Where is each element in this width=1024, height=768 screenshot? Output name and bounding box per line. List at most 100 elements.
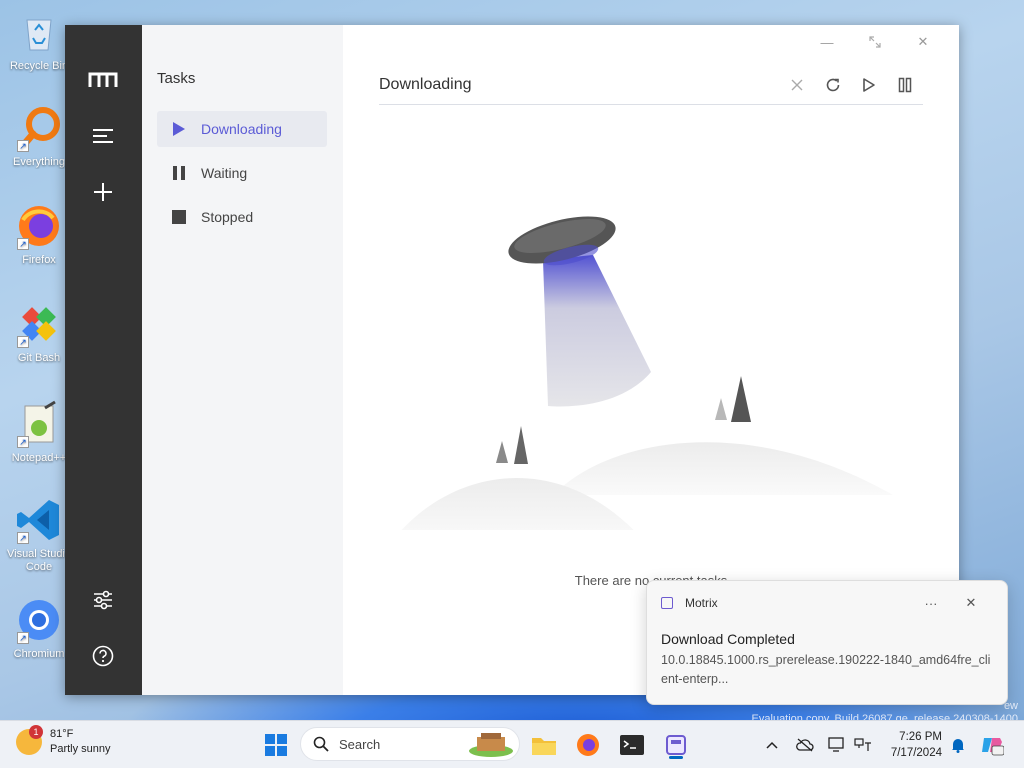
- window-controls: — ✕: [803, 29, 947, 55]
- resume-all-icon[interactable]: [851, 71, 887, 99]
- desktop-icon-label: Recycle Bin: [9, 60, 69, 72]
- motrix-logo-icon[interactable]: [88, 65, 118, 95]
- menu-icon[interactable]: [88, 121, 118, 151]
- toast-app-name: Motrix: [685, 596, 718, 610]
- weather-badge: 1: [29, 725, 43, 739]
- pause-icon: [171, 165, 187, 181]
- toast-title: Download Completed: [661, 631, 795, 647]
- sidebar-item-label: Stopped: [201, 209, 254, 225]
- desktop-icon-label: Notepad++: [11, 452, 67, 464]
- taskbar: 1 81°F Partly sunny Search 7:26 PM 7/17/…: [0, 720, 1024, 768]
- sidebar-item-waiting[interactable]: Waiting: [157, 155, 327, 191]
- page-title: Downloading: [379, 75, 472, 93]
- weather-widget[interactable]: 1 81°F Partly sunny: [16, 725, 111, 757]
- desktop-icon-firefox[interactable]: ↗ Firefox: [4, 202, 74, 267]
- terminal-icon: [620, 735, 644, 755]
- desktop-icon-label: Git Bash: [17, 352, 61, 364]
- folder-icon: [532, 738, 556, 755]
- desktop-icon-notepad-plus-plus[interactable]: ↗ Notepad++: [4, 400, 74, 465]
- cloud-offline-icon: [796, 738, 814, 752]
- add-task-icon[interactable]: [88, 177, 118, 207]
- stop-icon: [171, 209, 187, 225]
- clock-date: 7/17/2024: [890, 747, 942, 759]
- shortcut-arrow-icon: ↗: [17, 532, 29, 544]
- download-complete-toast[interactable]: Motrix ··· ✕ Download Completed 10.0.188…: [646, 580, 1008, 705]
- refresh-icon[interactable]: [815, 71, 851, 99]
- firefox-icon: ↗: [15, 202, 63, 250]
- firefox-icon: [577, 734, 599, 756]
- clock-time: 7:26 PM: [899, 731, 942, 743]
- copilot-icon: [982, 738, 1004, 756]
- git-bash-icon: ↗: [15, 300, 63, 348]
- network-tray-button[interactable]: [849, 729, 877, 761]
- close-window-icon[interactable]: ✕: [899, 29, 947, 55]
- chromium-icon: ↗: [15, 596, 63, 644]
- show-hidden-icons-button[interactable]: [758, 729, 786, 761]
- notepad-plus-plus-icon: ↗: [15, 400, 63, 448]
- system-clock[interactable]: 7:26 PM 7/17/2024: [880, 729, 942, 761]
- shortcut-arrow-icon: ↗: [17, 238, 29, 250]
- desktop-icon-label: Visual Studio Code: [6, 548, 71, 573]
- desktop-icon-everything[interactable]: ↗ Everything: [4, 104, 74, 169]
- toast-body: 10.0.18845.1000.rs_prerelease.190222-184…: [661, 653, 991, 686]
- weather-sun-icon: 1: [16, 725, 43, 755]
- shortcut-arrow-icon: ↗: [17, 632, 29, 644]
- ufo-empty-illustration: [401, 216, 893, 530]
- delete-task-icon[interactable]: [779, 71, 815, 99]
- sidebar-item-downloading[interactable]: Downloading: [157, 111, 327, 147]
- sidebar-item-label: Downloading: [201, 121, 282, 137]
- task-toolbar: Downloading: [379, 65, 923, 105]
- desktop-icon-recycle-bin[interactable]: Recycle Bin: [4, 8, 74, 73]
- vscode-icon: ↗: [15, 496, 63, 544]
- weather-text: 81°F Partly sunny: [50, 727, 111, 757]
- motrix-taskbar-button[interactable]: [660, 729, 692, 761]
- task-sidebar: Tasks Downloading Waiting Stopped: [142, 25, 343, 695]
- windows-logo-icon: [265, 734, 287, 756]
- preferences-icon[interactable]: [88, 585, 118, 615]
- desktop-icon-git-bash[interactable]: ↗ Git Bash: [4, 300, 74, 365]
- maximize-icon[interactable]: [851, 29, 899, 55]
- toast-header: Motrix ··· ✕: [661, 595, 991, 611]
- motrix-app-icon: [661, 597, 673, 609]
- file-explorer-button[interactable]: [528, 729, 560, 761]
- notifications-button[interactable]: [944, 729, 972, 761]
- desktop-icon-label: Everything: [13, 156, 65, 168]
- sidebar-item-stopped[interactable]: Stopped: [157, 199, 327, 235]
- desktop-icon-label: Chromium: [13, 648, 65, 660]
- start-button[interactable]: [260, 729, 292, 761]
- bell-icon: [952, 739, 964, 753]
- search-icon: [313, 736, 329, 752]
- app-rail: [65, 25, 142, 695]
- shortcut-arrow-icon: ↗: [17, 140, 29, 152]
- desktop-icon-label: Firefox: [22, 254, 56, 266]
- onedrive-tray-button[interactable]: [791, 729, 819, 761]
- pause-all-icon[interactable]: [887, 71, 923, 99]
- toast-more-button[interactable]: ···: [911, 596, 951, 611]
- motrix-icon: [666, 735, 686, 755]
- monitor-icon: [828, 737, 844, 752]
- toast-close-icon[interactable]: ✕: [951, 595, 991, 611]
- search-placeholder: Search: [339, 736, 381, 752]
- weather-condition: Partly sunny: [50, 743, 111, 755]
- everything-search-icon: ↗: [15, 104, 63, 152]
- shortcut-arrow-icon: ↗: [17, 336, 29, 348]
- recycle-bin-icon: [15, 8, 63, 56]
- search-highlight-icon: [469, 733, 513, 757]
- weather-temp: 81°F: [50, 728, 74, 740]
- copilot-button[interactable]: [978, 729, 1006, 761]
- network-icon: [854, 738, 871, 751]
- desktop-icon-chromium[interactable]: ↗ Chromium: [4, 596, 74, 661]
- desktop-icon-vscode[interactable]: ↗ Visual Studio Code: [4, 496, 74, 574]
- help-icon[interactable]: [88, 641, 118, 671]
- chevron-up-icon: [766, 741, 778, 749]
- shortcut-arrow-icon: ↗: [17, 436, 29, 448]
- minimize-icon[interactable]: —: [803, 29, 851, 55]
- play-icon: [171, 121, 187, 137]
- sidebar-item-label: Waiting: [201, 165, 248, 181]
- sidebar-title: Tasks: [157, 70, 196, 87]
- terminal-taskbar-button[interactable]: [616, 729, 648, 761]
- running-indicator: [669, 756, 683, 759]
- firefox-taskbar-button[interactable]: [572, 729, 604, 761]
- taskbar-search[interactable]: Search: [300, 727, 520, 761]
- display-tray-button[interactable]: [823, 729, 851, 761]
